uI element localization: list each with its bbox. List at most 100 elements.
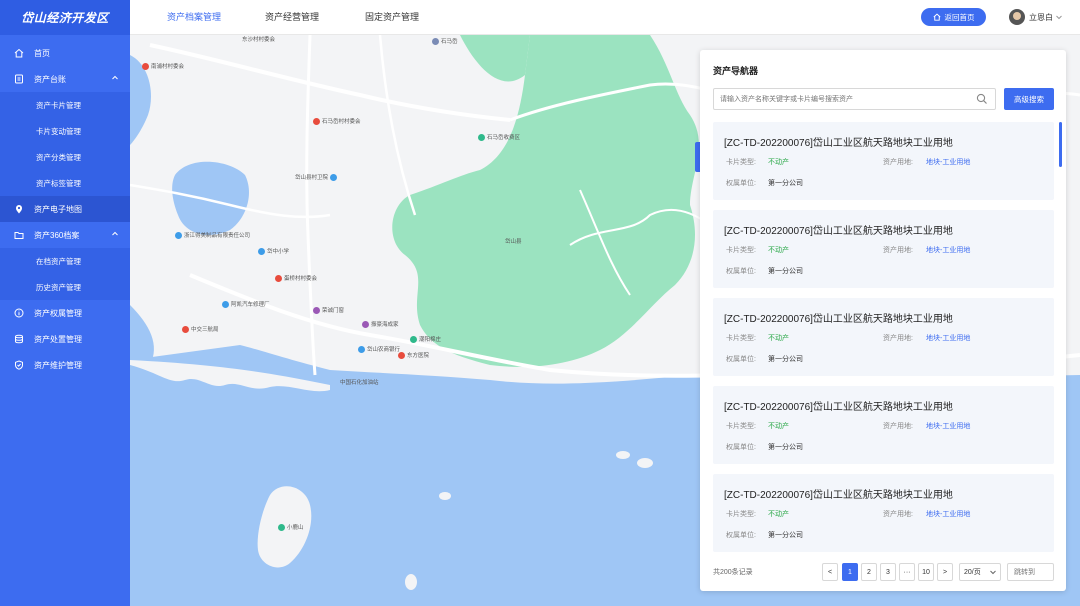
sidebar-item-label: 资产维护管理 xyxy=(34,360,82,370)
field-label: 权属单位: xyxy=(726,356,756,363)
sidebar-item-card-change[interactable]: 卡片变动管理 xyxy=(0,118,130,144)
next-page-button[interactable]: > xyxy=(937,563,953,581)
advanced-search-button[interactable]: 高级搜索 xyxy=(1004,88,1054,110)
asset-card-title: [ZC-TD-202200076]岱山工业区航天路地块工业用地 xyxy=(724,314,953,325)
page-button[interactable]: 1 xyxy=(842,563,858,581)
asset-card[interactable]: [ZC-TD-202200076]岱山工业区航天路地块工业用地 卡片类型: 不动… xyxy=(713,474,1054,552)
map-poi[interactable]: 振豪海成家 xyxy=(362,320,399,328)
list-scrollbar[interactable] xyxy=(1059,122,1062,167)
sidebar-item-archived-assets[interactable]: 在档资产管理 xyxy=(0,248,130,274)
asset-card-title: [ZC-TD-202200076]岱山工业区航天路地块工业用地 xyxy=(724,490,953,501)
sidebar-item-history-assets[interactable]: 历史资产管理 xyxy=(0,274,130,300)
asset-card[interactable]: [ZC-TD-202200076]岱山工业区航天路地块工业用地 卡片类型: 不动… xyxy=(713,210,1054,288)
map-poi[interactable]: 蛋桥村村委会 xyxy=(275,274,317,282)
sidebar-item-label: 资产台账 xyxy=(34,74,66,84)
sidebar: 岱山经济开发区 首页 资产台账 资产卡片管理 卡片变动管理 资产分类管理 资产标… xyxy=(0,0,130,606)
field-label: 资产用地: xyxy=(883,159,913,166)
sidebar-item-asset-card[interactable]: 资产卡片管理 xyxy=(0,92,130,118)
asset-use-value: 地块-工业用地 xyxy=(926,511,971,518)
search-input[interactable] xyxy=(713,88,996,110)
map-poi[interactable]: 潮阳棉庄 xyxy=(410,335,441,343)
tab-fixed-asset[interactable]: 固定资产管理 xyxy=(365,0,419,35)
map-poi[interactable]: 南浦村村委会 xyxy=(142,62,184,70)
field-label: 卡片类型: xyxy=(726,335,756,342)
card-type-value: 不动产 xyxy=(768,335,789,342)
map-poi[interactable]: 石马岙收费区 xyxy=(478,133,520,141)
chevron-down-icon xyxy=(990,570,996,575)
location-icon xyxy=(14,204,24,214)
asset-card-title: [ZC-TD-202200076]岱山工业区航天路地块工业用地 xyxy=(724,226,953,237)
user-menu[interactable]: 立恩白 xyxy=(1009,8,1062,26)
sidebar-item-label: 资产360档案 xyxy=(34,230,80,240)
avatar xyxy=(1009,9,1025,25)
asset-card[interactable]: [ZC-TD-202200076]岱山工业区航天路地块工业用地 卡片类型: 不动… xyxy=(713,122,1054,200)
map-poi[interactable]: 中交三航局 xyxy=(182,325,219,333)
sidebar-item-disposal[interactable]: 资产处置管理 xyxy=(0,326,130,352)
owner-value: 第一分公司 xyxy=(768,268,803,275)
sidebar-item-ownership[interactable]: 资产权属管理 xyxy=(0,300,130,326)
page-button[interactable]: 2 xyxy=(861,563,877,581)
search-icon[interactable] xyxy=(976,93,988,105)
page-size-value: 20/页 xyxy=(964,569,981,576)
asset-use-value: 地块-工业用地 xyxy=(926,335,971,342)
owner-value: 第一分公司 xyxy=(768,356,803,363)
field-label: 资产用地: xyxy=(883,335,913,342)
map-poi[interactable]: 岱山县村卫院 xyxy=(295,173,339,181)
sidebar-item-label: 资产电子地图 xyxy=(34,204,82,214)
sidebar-item-asset-tag[interactable]: 资产标签管理 xyxy=(0,170,130,196)
return-home-button[interactable]: 返回首页 xyxy=(921,8,986,26)
shield-icon xyxy=(14,360,24,370)
sidebar-item-asset-360[interactable]: 资产360档案 xyxy=(0,222,130,248)
jump-page-input[interactable] xyxy=(1007,563,1054,581)
info-icon xyxy=(14,308,24,318)
top-header: 资产档案管理 资产经营管理 固定资产管理 返回首页 立恩白 xyxy=(130,0,1080,35)
sidebar-item-asset-map[interactable]: 资产电子地图 xyxy=(0,196,130,222)
page-button[interactable]: 3 xyxy=(880,563,896,581)
field-label: 资产用地: xyxy=(883,423,913,430)
sidebar-item-label: 资产处置管理 xyxy=(34,334,82,344)
pagination: 共200条记录 < 1 2 3 ··· 10 > 20/页 xyxy=(713,563,1054,581)
home-icon xyxy=(14,48,24,58)
app-logo: 岱山经济开发区 xyxy=(0,0,130,35)
page-button[interactable]: 10 xyxy=(918,563,934,581)
map-poi[interactable]: 东方医院 xyxy=(398,351,429,359)
asset-card-title: [ZC-TD-202200076]岱山工业区航天路地块工业用地 xyxy=(724,138,953,149)
tab-asset-operation[interactable]: 资产经营管理 xyxy=(265,0,319,35)
map-poi[interactable]: 浙江得美制品有限责任公司 xyxy=(175,231,250,239)
map-poi[interactable]: 岱山农商银行 xyxy=(358,345,400,353)
field-label: 资产用地: xyxy=(883,247,913,254)
sidebar-item-asset-ledger[interactable]: 资产台账 xyxy=(0,66,130,92)
asset-use-value: 地块-工业用地 xyxy=(926,159,971,166)
sidebar-item-maintenance[interactable]: 资产维护管理 xyxy=(0,352,130,378)
sidebar-item-asset-category[interactable]: 资产分类管理 xyxy=(0,144,130,170)
field-label: 资产用地: xyxy=(883,511,913,518)
map-poi[interactable]: 岱山县 xyxy=(505,237,522,245)
asset-use-value: 地块-工业用地 xyxy=(926,423,971,430)
asset-card[interactable]: [ZC-TD-202200076]岱山工业区航天路地块工业用地 卡片类型: 不动… xyxy=(713,298,1054,376)
map-poi[interactable]: 岱中小学 xyxy=(258,247,289,255)
home-icon xyxy=(932,13,941,21)
field-label: 权属单位: xyxy=(726,268,756,275)
field-label: 权属单位: xyxy=(726,532,756,539)
map-poi[interactable]: 小鹿山 xyxy=(278,523,304,531)
chevron-down-icon xyxy=(1056,15,1062,20)
asset-navigator-panel: 资产导航器 高级搜索 [ZC-TD-202200076]岱山工业区航天路地块工业… xyxy=(700,50,1066,591)
page-ellipsis[interactable]: ··· xyxy=(899,563,915,581)
map-poi[interactable]: 石马岙 xyxy=(432,37,458,45)
sidebar-item-home[interactable]: 首页 xyxy=(0,40,130,66)
owner-value: 第一分公司 xyxy=(768,532,803,539)
user-name: 立恩白 xyxy=(1029,12,1053,22)
prev-page-button[interactable]: < xyxy=(822,563,838,581)
map-poi[interactable]: 石马岙村村委会 xyxy=(313,117,361,125)
card-type-value: 不动产 xyxy=(768,511,789,518)
map-poi[interactable]: 中国石化加油站 xyxy=(340,378,379,386)
page-size-select[interactable]: 20/页 xyxy=(959,563,1001,581)
map-poi[interactable]: 荣诚门窗 xyxy=(313,306,344,314)
sidebar-item-label: 资产权属管理 xyxy=(34,308,82,318)
map-poi[interactable]: 东沙村村委会 xyxy=(242,35,275,43)
asset-card[interactable]: [ZC-TD-202200076]岱山工业区航天路地块工业用地 卡片类型: 不动… xyxy=(713,386,1054,464)
tab-asset-archive[interactable]: 资产档案管理 xyxy=(167,0,221,35)
field-label: 权属单位: xyxy=(726,444,756,451)
map-poi[interactable]: 阿凯汽车修理厂 xyxy=(222,300,270,308)
owner-value: 第一分公司 xyxy=(768,444,803,451)
